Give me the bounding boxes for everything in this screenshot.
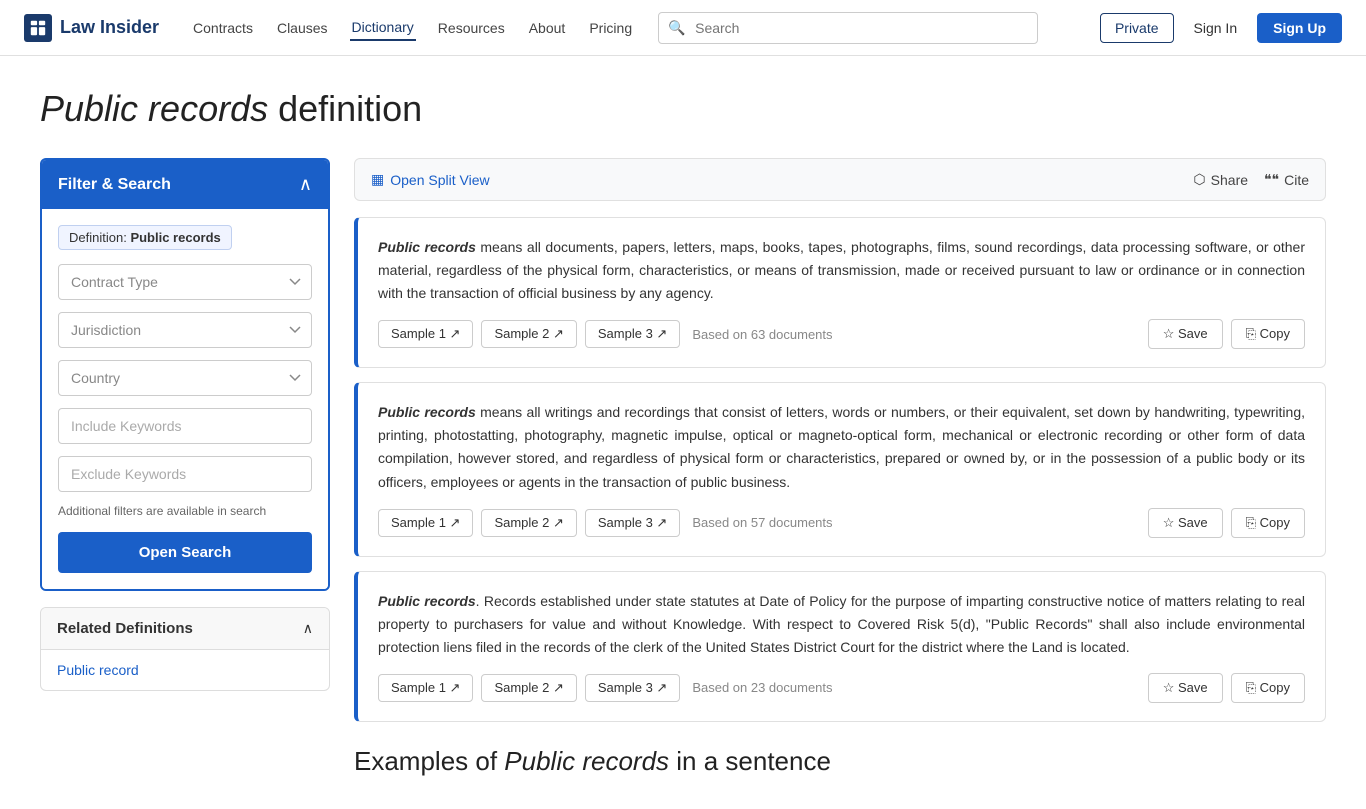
result-term-2: Public records	[378, 404, 476, 420]
result-actions-1: ☆ Save ⎘ Copy	[1148, 319, 1305, 349]
save-button-1[interactable]: ☆ Save	[1148, 319, 1223, 349]
filter-note: Additional filters are available in sear…	[58, 504, 312, 518]
filter-header-title: Filter & Search	[58, 176, 171, 194]
sample-btn-3-1[interactable]: Sample 2 ↗	[481, 674, 576, 702]
filter-header: Filter & Search ∧	[42, 160, 328, 209]
nav-resources[interactable]: Resources	[436, 16, 507, 40]
nav-links: Contracts Clauses Dictionary Resources A…	[191, 15, 634, 41]
copy-button-1[interactable]: ⎘ Copy	[1231, 319, 1305, 349]
split-view-label: Open Split View	[390, 172, 489, 188]
related-body: Public record	[41, 650, 329, 690]
nav-right-actions: Private Sign In Sign Up	[1100, 13, 1342, 43]
results-toolbar: ▦ Open Split View ⬡ Share ❝❝ Cite	[354, 158, 1326, 201]
toolbar-right: ⬡ Share ❝❝ Cite	[1193, 171, 1309, 188]
sample-btn-2-0[interactable]: Sample 1 ↗	[378, 509, 473, 537]
filter-tag-prefix: Definition:	[69, 230, 127, 245]
result-card-1: Public records means all documents, pape…	[354, 217, 1326, 368]
result-text-1: Public records means all documents, pape…	[378, 236, 1305, 305]
examples-title-prefix: Examples of	[354, 746, 504, 776]
signup-button[interactable]: Sign Up	[1257, 13, 1342, 43]
examples-section-title: Examples of Public records in a sentence	[354, 746, 1326, 777]
search-icon: 🔍	[668, 19, 685, 36]
cite-label: Cite	[1284, 172, 1309, 188]
contract-type-select[interactable]: Contract Type	[58, 264, 312, 300]
brand-logo[interactable]: Law Insider	[24, 14, 159, 42]
signin-button[interactable]: Sign In	[1184, 14, 1248, 42]
related-header-title: Related Definitions	[57, 620, 193, 637]
related-definitions-box: Related Definitions ∧ Public record	[40, 607, 330, 691]
nav-about[interactable]: About	[527, 16, 568, 40]
result-text-3: Public records. Records established unde…	[378, 590, 1305, 659]
result-card-3: Public records. Records established unde…	[354, 571, 1326, 722]
main-layout: Filter & Search ∧ Definition: Public rec…	[40, 158, 1326, 777]
copy-button-3[interactable]: ⎘ Copy	[1231, 673, 1305, 703]
based-on-1: Based on 63 documents	[692, 327, 832, 342]
search-input[interactable]	[658, 12, 1038, 44]
sample-btn-3-2[interactable]: Sample 3 ↗	[585, 674, 680, 702]
result-text-2: Public records means all writings and re…	[378, 401, 1305, 493]
result-footer-2: Sample 1 ↗ Sample 2 ↗ Sample 3 ↗ Based on 5…	[378, 508, 1305, 538]
navbar: Law Insider Contracts Clauses Dictionary…	[0, 0, 1366, 56]
brand-name: Law Insider	[60, 17, 159, 38]
save-button-2[interactable]: ☆ Save	[1148, 508, 1223, 538]
related-link-public-record[interactable]: Public record	[57, 662, 139, 678]
sidebar: Filter & Search ∧ Definition: Public rec…	[40, 158, 330, 691]
result-footer-1: Sample 1 ↗ Sample 2 ↗ Sample 3 ↗ Based on 6…	[378, 319, 1305, 349]
filter-body: Definition: Public records Contract Type…	[42, 209, 328, 589]
cite-icon: ❝❝	[1264, 171, 1279, 188]
page-content: Public records definition Filter & Searc…	[0, 56, 1366, 809]
chevron-up-icon: ∧	[299, 174, 312, 195]
result-footer-3: Sample 1 ↗ Sample 2 ↗ Sample 3 ↗ Based on 2…	[378, 673, 1305, 703]
share-label: Share	[1211, 172, 1248, 188]
nav-clauses[interactable]: Clauses	[275, 16, 330, 40]
examples-title-italic: Public records	[504, 746, 669, 776]
filter-tag-value: Public records	[130, 230, 220, 245]
results-area: ▦ Open Split View ⬡ Share ❝❝ Cite Public…	[354, 158, 1326, 777]
examples-title-normal: in a sentence	[669, 746, 831, 776]
result-term-1: Public records	[378, 239, 476, 255]
split-view-icon: ▦	[371, 171, 384, 188]
cite-button[interactable]: ❝❝ Cite	[1264, 171, 1309, 188]
result-actions-2: ☆ Save ⎘ Copy	[1148, 508, 1305, 538]
filter-search-box: Filter & Search ∧ Definition: Public rec…	[40, 158, 330, 591]
page-title-normal: definition	[268, 88, 422, 129]
nav-pricing[interactable]: Pricing	[587, 16, 634, 40]
copy-button-2[interactable]: ⎘ Copy	[1231, 508, 1305, 538]
exclude-keywords-input[interactable]	[58, 456, 312, 492]
nav-contracts[interactable]: Contracts	[191, 16, 255, 40]
sample-btn-2-2[interactable]: Sample 3 ↗	[585, 509, 680, 537]
share-icon: ⬡	[1193, 171, 1205, 188]
country-select[interactable]: Country	[58, 360, 312, 396]
nav-dictionary[interactable]: Dictionary	[350, 15, 416, 41]
result-term-3: Public records	[378, 593, 476, 609]
include-keywords-input[interactable]	[58, 408, 312, 444]
sample-btn-1-1[interactable]: Sample 2 ↗	[481, 320, 576, 348]
filter-tag: Definition: Public records	[58, 225, 312, 264]
sample-btn-1-0[interactable]: Sample 1 ↗	[378, 320, 473, 348]
page-title: Public records definition	[40, 88, 1326, 130]
result-actions-3: ☆ Save ⎘ Copy	[1148, 673, 1305, 703]
page-title-italic: Public records	[40, 88, 268, 129]
private-button[interactable]: Private	[1100, 13, 1174, 43]
result-cards-container: Public records means all documents, pape…	[354, 217, 1326, 722]
result-card-2: Public records means all writings and re…	[354, 382, 1326, 556]
sample-btn-3-0[interactable]: Sample 1 ↗	[378, 674, 473, 702]
sample-btn-2-1[interactable]: Sample 2 ↗	[481, 509, 576, 537]
open-split-view-button[interactable]: ▦ Open Split View	[371, 171, 490, 188]
brand-icon	[24, 14, 52, 42]
save-button-3[interactable]: ☆ Save	[1148, 673, 1223, 703]
open-search-button[interactable]: Open Search	[58, 532, 312, 573]
jurisdiction-select[interactable]: Jurisdiction	[58, 312, 312, 348]
based-on-3: Based on 23 documents	[692, 680, 832, 695]
related-header: Related Definitions ∧	[41, 608, 329, 650]
share-button[interactable]: ⬡ Share	[1193, 171, 1248, 188]
sample-btn-1-2[interactable]: Sample 3 ↗	[585, 320, 680, 348]
related-chevron-up-icon: ∧	[303, 620, 313, 637]
nav-search-container: 🔍	[658, 12, 1038, 44]
based-on-2: Based on 57 documents	[692, 515, 832, 530]
